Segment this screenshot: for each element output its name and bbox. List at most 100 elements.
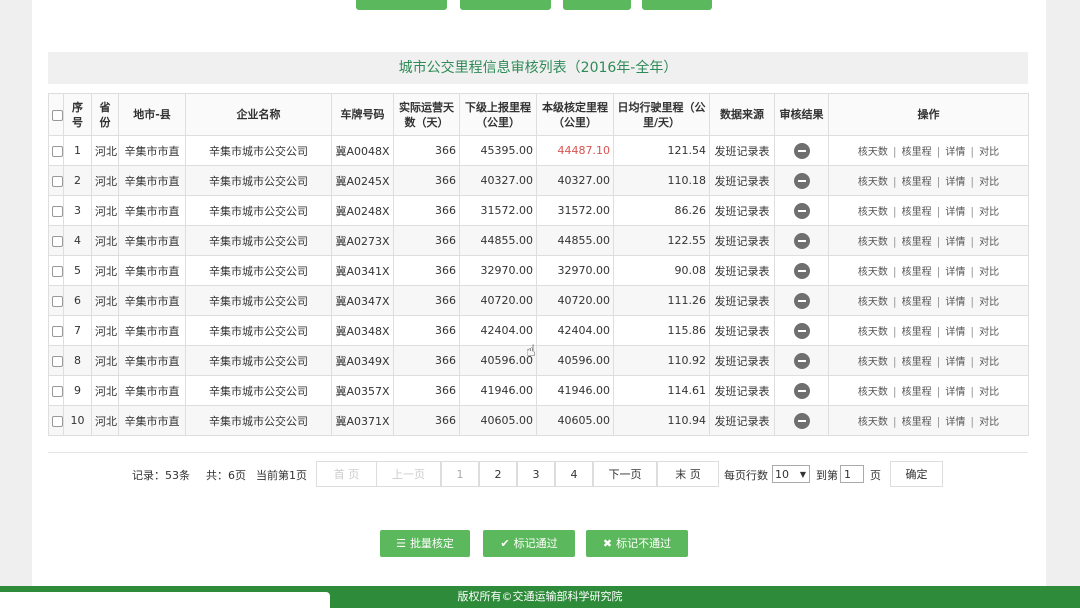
verify-mileage-link[interactable]: 核里程 <box>902 387 932 398</box>
bottom-overlay-bar <box>0 592 330 608</box>
compare-link[interactable]: 对比 <box>979 177 999 188</box>
row-select-cell[interactable] <box>48 285 64 316</box>
mark-fail-button[interactable]: ✖ 标记不通过 <box>586 530 688 557</box>
compare-link[interactable]: 对比 <box>979 387 999 398</box>
verified-mileage-cell: 42404.00 <box>536 315 614 346</box>
reported-mileage-cell: 40596.00 <box>459 345 537 376</box>
verify-days-link[interactable]: 核天数 <box>858 357 888 368</box>
compare-link[interactable]: 对比 <box>979 417 999 428</box>
select-all-cell[interactable] <box>48 93 64 136</box>
details-link[interactable]: 详情 <box>945 207 965 218</box>
row-select-cell[interactable] <box>48 225 64 256</box>
confirm-button[interactable]: 确定 <box>890 461 943 487</box>
details-link[interactable]: 详情 <box>945 297 965 308</box>
verify-days-link[interactable]: 核天数 <box>858 297 888 308</box>
row-number: 9 <box>63 375 92 406</box>
top-button-2[interactable] <box>460 0 551 10</box>
page-title: 城市公交里程信息审核列表（2016年-全年） <box>48 52 1028 84</box>
province-cell: 河北 <box>91 345 119 376</box>
compare-link[interactable]: 对比 <box>979 357 999 368</box>
table-row: 2 河北 辛集市市直 辛集市城市公交公司 冀A0245X 366 40327.00 40327… <box>48 165 1029 196</box>
compare-link[interactable]: 对比 <box>979 297 999 308</box>
row-checkbox[interactable] <box>52 235 63 247</box>
verify-mileage-link[interactable]: 核里程 <box>902 417 932 428</box>
link-separator: | <box>936 145 941 158</box>
row-checkbox[interactable] <box>52 415 63 427</box>
first-page-button[interactable]: 首 页 <box>316 461 377 487</box>
city-cell: 辛集市市直 <box>118 255 186 286</box>
row-select-cell[interactable] <box>48 405 64 436</box>
details-link[interactable]: 详情 <box>945 177 965 188</box>
page-4-button[interactable]: 4 <box>555 461 593 487</box>
verify-days-link[interactable]: 核天数 <box>858 237 888 248</box>
batch-verify-button[interactable]: ☰ 批量核定 <box>380 530 470 557</box>
verify-days-link[interactable]: 核天数 <box>858 147 888 158</box>
compare-link[interactable]: 对比 <box>979 327 999 338</box>
next-page-button[interactable]: 下一页 <box>593 461 657 487</box>
verify-mileage-link[interactable]: 核里程 <box>902 327 932 338</box>
prev-page-button[interactable]: 上一页 <box>376 461 441 487</box>
row-select-cell[interactable] <box>48 315 64 346</box>
company-cell: 辛集市城市公交公司 <box>185 375 332 406</box>
mark-pass-button[interactable]: ✔ 标记通过 <box>483 530 575 557</box>
verify-mileage-link[interactable]: 核里程 <box>902 207 932 218</box>
row-checkbox[interactable] <box>52 175 63 187</box>
batch-verify-label: 批量核定 <box>409 537 454 550</box>
compare-link[interactable]: 对比 <box>979 267 999 278</box>
row-select-cell[interactable] <box>48 165 64 196</box>
reported-mileage-cell: 40327.00 <box>459 165 537 196</box>
row-checkbox[interactable] <box>52 385 63 397</box>
page-2-button[interactable]: 2 <box>479 461 517 487</box>
pagination: 记录：53条 共：6页 当前第1页 首 页 上一页 1 2 3 4 下一页 末 … <box>48 452 1028 495</box>
row-select-cell[interactable] <box>48 255 64 286</box>
compare-link[interactable]: 对比 <box>979 237 999 248</box>
verify-days-link[interactable]: 核天数 <box>858 267 888 278</box>
row-select-cell[interactable] <box>48 195 64 226</box>
details-link[interactable]: 详情 <box>945 327 965 338</box>
details-link[interactable]: 详情 <box>945 147 965 158</box>
top-button-1[interactable] <box>356 0 447 10</box>
row-checkbox[interactable] <box>52 325 63 337</box>
row-select-cell[interactable] <box>48 345 64 376</box>
row-checkbox[interactable] <box>52 265 63 277</box>
row-select-cell[interactable] <box>48 135 64 166</box>
goto-page-input[interactable]: 1 <box>840 465 864 483</box>
column-header: 车牌号码 <box>331 93 394 136</box>
company-cell: 辛集市城市公交公司 <box>185 285 332 316</box>
row-checkbox[interactable] <box>52 145 63 157</box>
row-select-cell[interactable] <box>48 375 64 406</box>
top-button-3[interactable] <box>563 0 631 10</box>
page-3-button[interactable]: 3 <box>517 461 555 487</box>
details-link[interactable]: 详情 <box>945 387 965 398</box>
verify-mileage-link[interactable]: 核里程 <box>902 357 932 368</box>
page-1-button[interactable]: 1 <box>441 461 479 487</box>
per-page-select[interactable]: 10 ▼ <box>772 465 810 483</box>
last-page-button[interactable]: 末 页 <box>657 461 719 487</box>
top-button-4[interactable] <box>642 0 712 10</box>
details-link[interactable]: 详情 <box>945 267 965 278</box>
verify-days-link[interactable]: 核天数 <box>858 327 888 338</box>
verify-mileage-link[interactable]: 核里程 <box>902 237 932 248</box>
details-link[interactable]: 详情 <box>945 237 965 248</box>
verify-mileage-link[interactable]: 核里程 <box>902 147 932 158</box>
select-all-checkbox[interactable] <box>52 109 63 121</box>
verify-mileage-link[interactable]: 核里程 <box>902 177 932 188</box>
link-separator: | <box>892 355 897 368</box>
verify-days-link[interactable]: 核天数 <box>858 177 888 188</box>
details-link[interactable]: 详情 <box>945 417 965 428</box>
row-checkbox[interactable] <box>52 205 63 217</box>
verify-mileage-link[interactable]: 核里程 <box>902 297 932 308</box>
reported-mileage-cell: 42404.00 <box>459 315 537 346</box>
row-checkbox[interactable] <box>52 295 63 307</box>
compare-link[interactable]: 对比 <box>979 147 999 158</box>
days-cell: 366 <box>393 375 460 406</box>
verify-days-link[interactable]: 核天数 <box>858 207 888 218</box>
province-cell: 河北 <box>91 375 119 406</box>
compare-link[interactable]: 对比 <box>979 207 999 218</box>
verify-days-link[interactable]: 核天数 <box>858 417 888 428</box>
verify-mileage-link[interactable]: 核里程 <box>902 267 932 278</box>
row-checkbox[interactable] <box>52 355 63 367</box>
verify-days-link[interactable]: 核天数 <box>858 387 888 398</box>
column-header: 省份 <box>91 93 119 136</box>
details-link[interactable]: 详情 <box>945 357 965 368</box>
